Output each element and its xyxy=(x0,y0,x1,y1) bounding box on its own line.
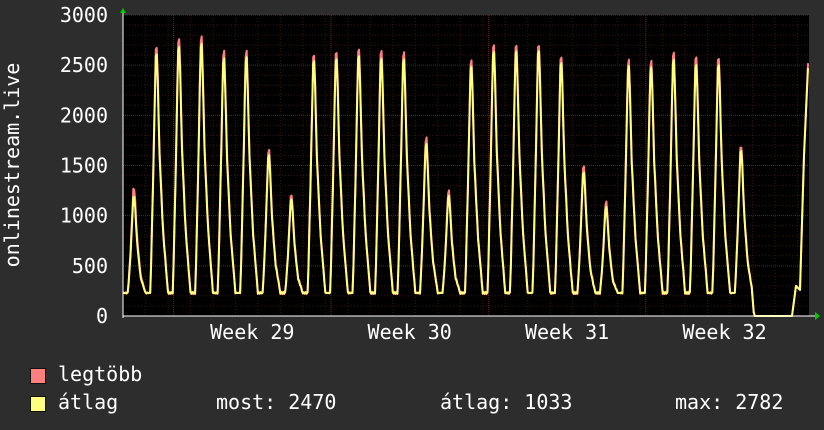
x-tick-labels: Week 29 Week 30 Week 31 Week 32 xyxy=(210,320,766,344)
x-tick-label: Week 31 xyxy=(525,320,609,344)
y-tick-label: 0 xyxy=(96,304,108,328)
y-tick-label: 3000 xyxy=(60,3,108,27)
legend-label-avg: átlag xyxy=(58,390,119,414)
stat-current: most: 2470 xyxy=(216,390,337,414)
x-axis-arrow-icon xyxy=(815,312,820,320)
legend-swatch-avg xyxy=(30,396,46,412)
stat-maximum: max: 2782 xyxy=(675,390,784,414)
y-tick-label: 500 xyxy=(72,254,108,278)
y-tick-label: 1500 xyxy=(60,154,108,178)
y-axis-label: onlinestream.live xyxy=(0,63,24,268)
legend-swatch-max xyxy=(30,368,46,384)
y-tick-label: 1000 xyxy=(60,204,108,228)
chart-canvas: 050010001500200025003000 Week 29 Week 30 W… xyxy=(0,3,820,344)
stat-average: átlag: 1033 xyxy=(440,390,573,414)
x-tick-label: Week 30 xyxy=(368,320,452,344)
legend-label-max: legtöbb xyxy=(58,362,143,386)
y-tick-label: 2500 xyxy=(60,53,108,77)
y-axis-arrow-icon xyxy=(120,8,126,13)
x-tick-label: Week 32 xyxy=(682,320,766,344)
legend-item-max: legtöbb xyxy=(30,362,142,386)
legend-item-avg: átlag most: 2470 átlag: 1033 max: 2782 xyxy=(30,390,820,414)
chart-panel: 0 500 1000 1500 2000 2500 3000 Week 29 Week 30 W… xyxy=(0,0,824,430)
x-tick-label: Week 29 xyxy=(210,320,294,344)
y-tick-labels: 0 500 1000 1500 2000 2500 3000 xyxy=(60,3,108,328)
y-tick-label: 2000 xyxy=(60,103,108,127)
